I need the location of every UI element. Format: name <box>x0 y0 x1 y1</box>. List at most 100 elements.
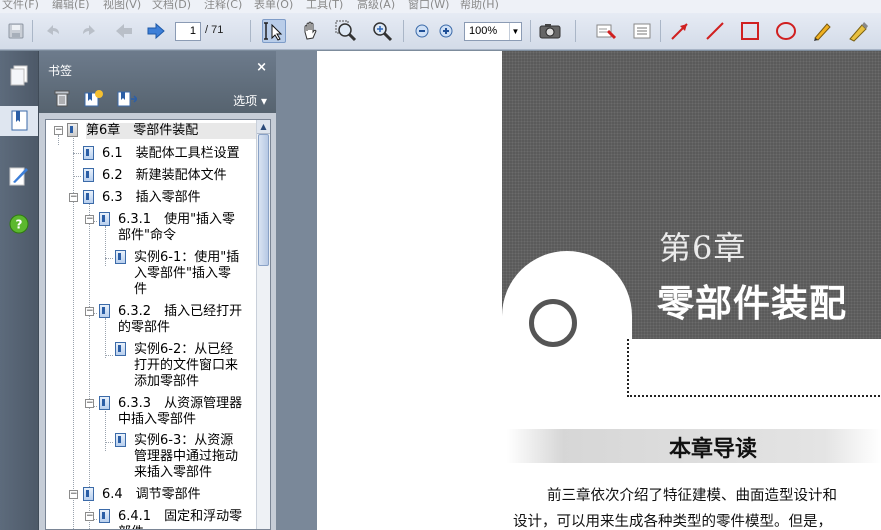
text-box-icon[interactable] <box>630 19 654 43</box>
bookmark-item[interactable]: 实例6-2：从已经 打开的文件窗口来 添加零部件 <box>134 342 238 390</box>
menu-edit[interactable]: 编辑(E) <box>52 0 90 12</box>
bookmark-label: 第6章 零部件装配 <box>86 123 199 138</box>
scrollbar-thumb[interactable] <box>258 134 269 266</box>
zoom-out-icon[interactable] <box>410 19 434 43</box>
bookmark-icon <box>67 123 78 137</box>
bookmark-label: 入零部件"插入零 <box>134 266 231 281</box>
zoom-level-select[interactable]: 100% ▼ <box>464 22 522 41</box>
delete-bookmark-icon[interactable] <box>52 88 72 108</box>
bookmark-icon <box>99 212 110 226</box>
bookmarks-panel-icon[interactable] <box>0 106 40 136</box>
bookmark-icon <box>115 250 126 264</box>
page-number-input[interactable]: 1 <box>175 22 201 41</box>
collapse-toggle[interactable]: − <box>85 307 94 316</box>
bookmark-item[interactable]: 6.3.1 使用"插入零 部件"命令 <box>118 212 235 244</box>
save-icon[interactable] <box>4 19 28 43</box>
dotted-frame <box>627 339 881 397</box>
svg-text:?: ? <box>16 218 23 232</box>
bookmark-tree: − 第6章 零部件装配 6.1 装配体工具栏设置 6.2 新建装配体文件 − 6… <box>45 119 271 530</box>
chapter-title: 零部件装配 <box>657 282 847 325</box>
rectangle-tool-icon[interactable] <box>738 19 762 43</box>
marquee-zoom-icon[interactable] <box>334 19 358 43</box>
next-page-icon[interactable] <box>144 19 168 43</box>
bookmark-label: 实例6-2：从已经 <box>134 342 234 357</box>
collapse-toggle[interactable]: − <box>54 126 63 135</box>
hand-tool-icon[interactable] <box>298 19 322 43</box>
bookmark-label: 管理器中通过拖动 <box>134 449 239 464</box>
arrow-tool-icon[interactable] <box>668 19 692 43</box>
bookmark-icon <box>99 396 110 410</box>
undo-icon[interactable] <box>40 19 64 43</box>
bookmark-label: 6.3.3 从资源管理器 <box>118 396 243 411</box>
bookmark-label: 6.2 新建装配体文件 <box>102 168 227 183</box>
body-text-line: 设计，可以用来生成各种类型的零件模型。但是， <box>513 514 832 530</box>
collapse-toggle[interactable]: − <box>85 399 94 408</box>
signatures-panel-icon[interactable] <box>4 161 34 191</box>
bookmark-label: 中插入零部件 <box>118 412 197 427</box>
pencil-tool-icon[interactable] <box>810 19 834 43</box>
sticky-note-icon[interactable] <box>594 19 618 43</box>
menu-file[interactable]: 文件(F) <box>2 0 39 12</box>
scroll-up-icon[interactable]: ▲ <box>257 120 270 134</box>
bookmarks-panel-title: 书签 <box>48 64 73 78</box>
menu-forms[interactable]: 表单(O) <box>254 0 293 12</box>
body-text-line: 前三章依次介绍了特征建模、曲面造型设计和 <box>547 488 837 504</box>
bookmark-label: 来插入零部件 <box>134 465 213 480</box>
pages-panel-icon[interactable] <box>4 61 34 91</box>
menu-advanced[interactable]: 高级(A) <box>357 0 395 12</box>
decorative-ring <box>529 299 577 347</box>
bookmark-icon <box>99 304 110 318</box>
collapse-toggle[interactable]: − <box>85 512 94 521</box>
bookmark-item[interactable]: 6.4 调节零部件 <box>102 487 201 503</box>
panel-splitter[interactable] <box>276 51 317 530</box>
bookmark-item[interactable]: 6.4.1 固定和浮动零 部件 <box>118 509 242 529</box>
zoom-in-icon[interactable] <box>434 19 458 43</box>
bookmark-item[interactable]: 6.3.2 插入已经打开 的零部件 <box>118 304 242 336</box>
bookmark-label: 打开的文件窗口来 <box>134 358 239 373</box>
collapse-toggle[interactable]: − <box>69 193 78 202</box>
close-icon[interactable]: × <box>256 60 267 75</box>
bookmark-item[interactable]: 6.2 新建装配体文件 <box>102 168 227 184</box>
expand-bookmark-icon[interactable] <box>117 88 137 108</box>
menu-view[interactable]: 视图(V) <box>103 0 141 12</box>
bookmark-scrollbar[interactable]: ▲ <box>256 120 270 529</box>
new-bookmark-icon[interactable] <box>84 88 104 108</box>
redo-icon[interactable] <box>78 19 102 43</box>
bookmark-label: 6.3.1 使用"插入零 <box>118 212 236 227</box>
bookmark-icon <box>115 433 126 447</box>
help-icon[interactable]: ? <box>4 209 34 239</box>
menu-help[interactable]: 帮助(H) <box>460 0 499 12</box>
bookmark-item[interactable]: 6.3.3 从资源管理器 中插入零部件 <box>118 396 242 428</box>
bookmarks-panel-header: 书签 × 选项 ▾ <box>39 51 277 113</box>
dynamic-zoom-icon[interactable] <box>370 19 394 43</box>
guide-heading: 本章导读 <box>669 436 758 462</box>
bookmark-icon <box>83 487 94 501</box>
options-menu[interactable]: 选项 ▾ <box>233 92 267 109</box>
highlighter-tool-icon[interactable] <box>846 19 870 43</box>
collapse-toggle[interactable]: − <box>85 215 94 224</box>
line-tool-icon[interactable] <box>703 19 727 43</box>
bookmark-label: 实例6-3：从资源 <box>134 433 234 448</box>
toolbar: 1 / 71 100% ▼ <box>0 13 881 50</box>
bookmark-item[interactable]: 实例6-1：使用"插 入零部件"插入零 件 <box>134 250 239 298</box>
collapse-toggle[interactable]: − <box>69 490 78 499</box>
select-tool-icon[interactable] <box>262 19 286 43</box>
bookmark-item[interactable]: 实例6-3：从资源 管理器中通过拖动 来插入零部件 <box>134 433 238 481</box>
bookmark-icon <box>115 342 126 356</box>
chevron-down-icon[interactable]: ▼ <box>509 23 521 40</box>
snapshot-camera-icon[interactable] <box>538 19 562 43</box>
oval-tool-icon[interactable] <box>774 19 798 43</box>
bookmark-label: 6.4 调节零部件 <box>102 487 201 502</box>
bookmark-item[interactable]: 第6章 零部件装配 <box>86 123 256 139</box>
menu-tools[interactable]: 工具(T) <box>306 0 343 12</box>
bookmark-icon <box>83 168 94 182</box>
bookmark-label: 6.3 插入零部件 <box>102 190 201 205</box>
menu-comments[interactable]: 注释(C) <box>204 0 242 12</box>
bookmark-label: 6.3.2 插入已经打开 <box>118 304 243 319</box>
previous-page-icon[interactable] <box>112 19 136 43</box>
menu-document[interactable]: 文档(D) <box>152 0 191 12</box>
bookmark-item[interactable]: 6.1 装配体工具栏设置 <box>102 146 240 162</box>
bookmark-item[interactable]: 6.3 插入零部件 <box>102 190 201 206</box>
bookmark-label: 部件"命令 <box>118 228 176 243</box>
menu-window[interactable]: 窗口(W) <box>408 0 449 12</box>
